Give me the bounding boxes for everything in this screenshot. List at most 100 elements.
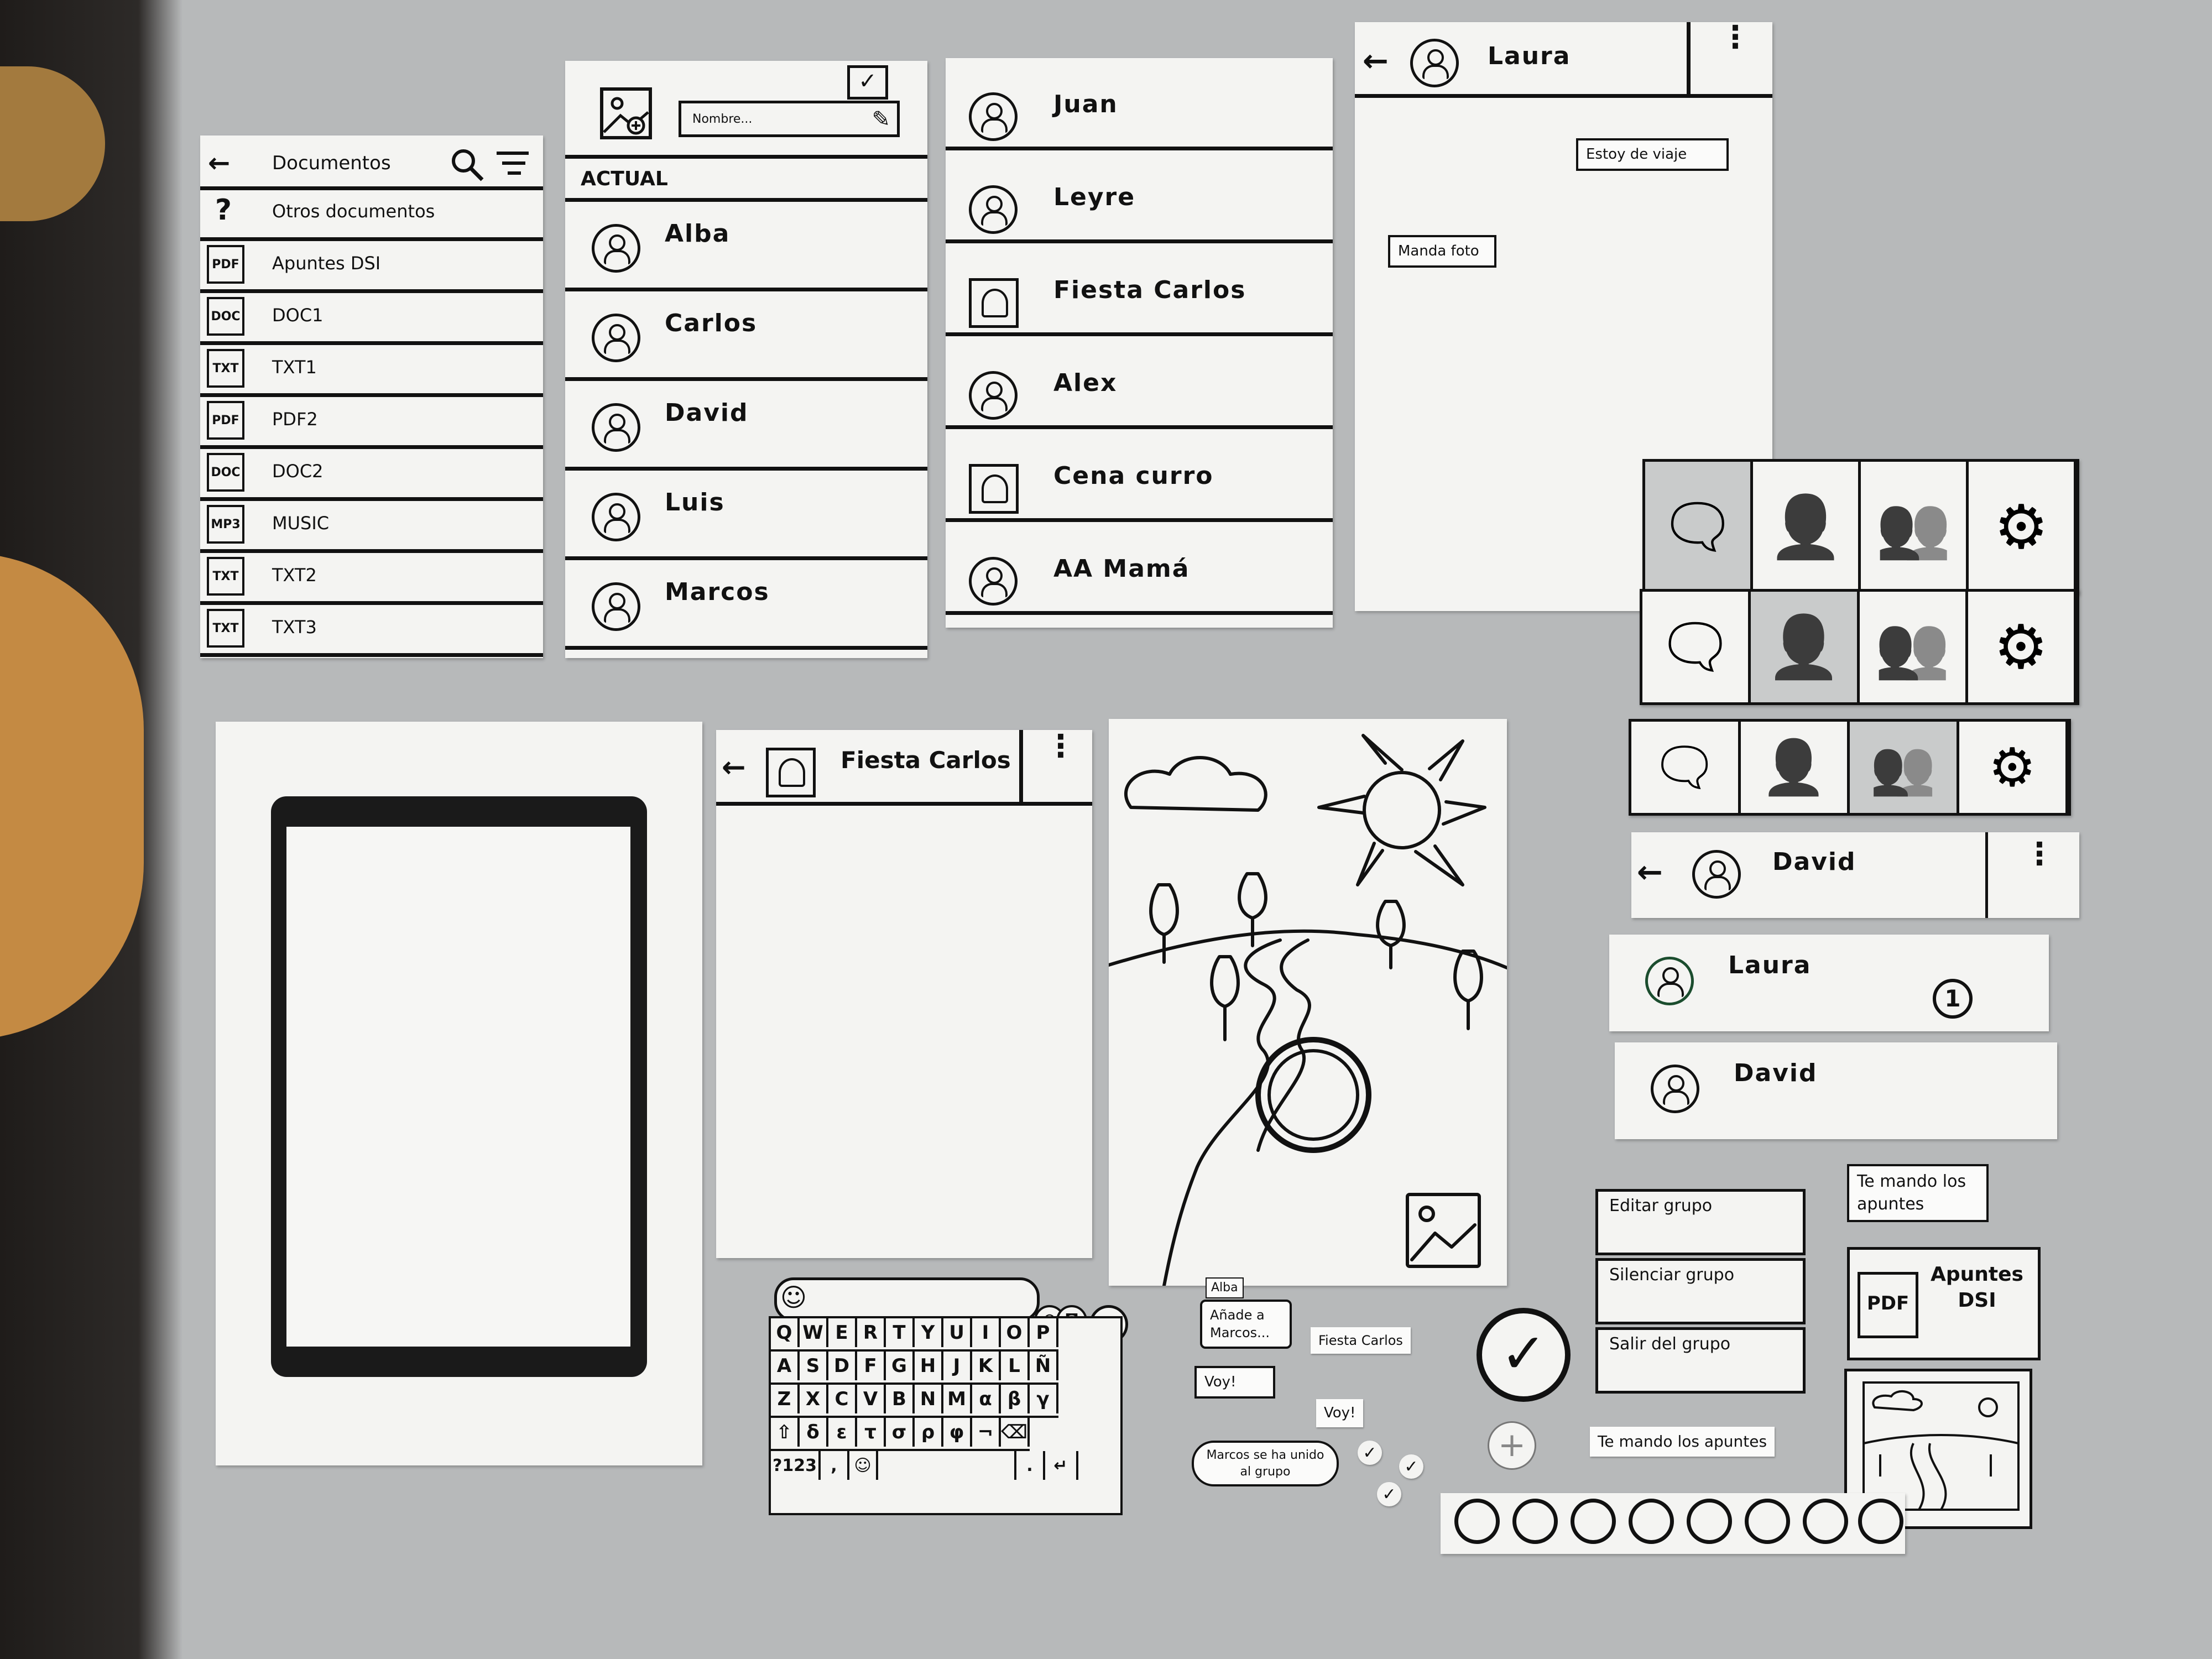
key[interactable]: ⌫ xyxy=(1001,1418,1030,1447)
key[interactable]: Q xyxy=(771,1318,800,1347)
chat-row[interactable]: Juan xyxy=(946,58,1333,150)
settings-tab[interactable]: ⚙ xyxy=(1959,722,2068,813)
contact-row[interactable]: David xyxy=(565,381,927,471)
david-chat-header[interactable]: ← David ⋮ xyxy=(1631,832,2079,918)
key[interactable]: X xyxy=(800,1385,828,1413)
confirm-circle-icon[interactable]: ✓ xyxy=(1477,1308,1571,1402)
document-row[interactable]: TXT TXT1 xyxy=(200,342,543,397)
avatar-option-3[interactable] xyxy=(1571,1499,1616,1544)
search-icon[interactable] xyxy=(448,145,487,184)
key[interactable]: H xyxy=(915,1352,943,1380)
avatar-option-empty[interactable] xyxy=(1687,1499,1732,1544)
document-row[interactable]: DOC DOC2 xyxy=(200,446,543,501)
chat-row[interactable]: Cena curro xyxy=(946,430,1333,522)
key[interactable]: γ xyxy=(1030,1385,1058,1413)
key[interactable]: ρ xyxy=(915,1418,943,1447)
key[interactable]: φ xyxy=(943,1418,972,1447)
avatar-option-empty[interactable] xyxy=(1745,1499,1790,1544)
key[interactable]: M xyxy=(943,1385,972,1413)
key[interactable]: Y xyxy=(915,1318,943,1347)
group-name-input[interactable]: Nombre... ✎ xyxy=(679,101,900,137)
contact-card-david[interactable]: David xyxy=(1615,1042,2057,1139)
comma-key[interactable]: , xyxy=(821,1451,849,1480)
filter-icon[interactable] xyxy=(493,145,532,184)
more-menu-icon[interactable]: ⋮ xyxy=(1045,731,1076,762)
emoji-icon[interactable]: ☺ xyxy=(780,1282,807,1312)
confirm-checkbox[interactable]: ✓ xyxy=(847,65,888,100)
avatar-option-1[interactable] xyxy=(1454,1499,1500,1544)
contact-row[interactable]: Marcos xyxy=(565,560,927,650)
chats-tab[interactable]: 🗨 xyxy=(1645,462,1753,592)
document-message[interactable]: PDF Apuntes DSI xyxy=(1847,1247,2041,1360)
contact-row[interactable]: Alba xyxy=(565,202,927,291)
document-row[interactable]: PDF Apuntes DSI xyxy=(200,238,543,293)
key[interactable]: B xyxy=(886,1385,915,1413)
key[interactable]: ⇧ xyxy=(771,1418,800,1447)
key[interactable]: δ xyxy=(800,1418,828,1447)
back-arrow-icon[interactable]: ← xyxy=(722,751,746,784)
add-image-icon[interactable] xyxy=(598,86,654,141)
chat-row[interactable]: Leyre xyxy=(946,151,1333,243)
menu-item[interactable]: Silenciar grupo xyxy=(1595,1258,1806,1324)
avatar-option-empty[interactable] xyxy=(1803,1499,1848,1544)
key[interactable]: G xyxy=(886,1352,915,1380)
chat-row[interactable]: Fiesta Carlos xyxy=(946,244,1333,336)
key[interactable]: O xyxy=(1001,1318,1030,1347)
key[interactable]: J xyxy=(943,1352,972,1380)
key[interactable]: K xyxy=(972,1352,1001,1380)
chats-tab[interactable]: 🗨 xyxy=(1631,722,1741,813)
contact-row[interactable]: Carlos xyxy=(565,291,927,381)
key[interactable]: Z xyxy=(771,1385,800,1413)
chat-row[interactable]: AA Mamá xyxy=(946,523,1333,615)
key[interactable]: α xyxy=(972,1385,1001,1413)
add-circle-icon[interactable]: + xyxy=(1488,1421,1536,1470)
document-row[interactable]: MP3 MUSIC xyxy=(200,498,543,553)
key[interactable]: D xyxy=(828,1352,857,1380)
key[interactable]: T xyxy=(886,1318,915,1347)
key[interactable]: N xyxy=(915,1385,943,1413)
key[interactable]: ε xyxy=(828,1418,857,1447)
chats-tab[interactable]: 🗨 xyxy=(1642,592,1751,702)
contacts-tab[interactable]: 👤 xyxy=(1753,462,1861,592)
key[interactable]: U xyxy=(943,1318,972,1347)
menu-item[interactable]: Salir del grupo xyxy=(1595,1327,1806,1394)
key[interactable]: σ xyxy=(886,1418,915,1447)
space-bar[interactable] xyxy=(878,1451,1016,1480)
avatar-option-empty[interactable] xyxy=(1858,1499,1903,1544)
key[interactable]: E xyxy=(828,1318,857,1347)
key[interactable]: β xyxy=(1001,1385,1030,1413)
key[interactable]: W xyxy=(800,1318,828,1347)
new-group-tab[interactable]: 👥 xyxy=(1861,462,1969,592)
document-row[interactable]: PDF PDF2 xyxy=(200,394,543,449)
contacts-tab[interactable]: 👤 xyxy=(1741,722,1850,813)
message-input[interactable]: ☺ xyxy=(774,1277,1040,1322)
document-row[interactable]: ? Otros documentos xyxy=(200,186,543,241)
settings-tab[interactable]: ⚙ xyxy=(1969,462,2077,592)
contacts-tab[interactable]: 👤 xyxy=(1751,592,1860,702)
key[interactable]: V xyxy=(857,1385,886,1413)
document-row[interactable]: DOC DOC1 xyxy=(200,290,543,345)
enter-key[interactable]: ↵ xyxy=(1045,1451,1078,1480)
more-menu-icon[interactable]: ⋮ xyxy=(2024,839,2055,870)
settings-tab[interactable]: ⚙ xyxy=(1968,592,2077,702)
more-menu-icon[interactable]: ⋮ xyxy=(1720,22,1751,53)
key[interactable]: S xyxy=(800,1352,828,1380)
symbols-key[interactable]: ?123 xyxy=(771,1451,821,1480)
back-arrow-icon[interactable]: ← xyxy=(1363,43,1389,79)
document-row[interactable]: TXT TXT2 xyxy=(200,550,543,605)
emoji-key[interactable]: ☺ xyxy=(849,1451,878,1480)
period-key[interactable]: . xyxy=(1016,1451,1045,1480)
back-arrow-icon[interactable]: ← xyxy=(208,148,230,179)
key[interactable]: L xyxy=(1001,1352,1030,1380)
key[interactable]: F xyxy=(857,1352,886,1380)
key[interactable]: A xyxy=(771,1352,800,1380)
contact-card-laura[interactable]: Laura 1 xyxy=(1609,935,2049,1031)
key[interactable]: Ñ xyxy=(1030,1352,1058,1380)
key[interactable]: R xyxy=(857,1318,886,1347)
contact-row[interactable]: Luis xyxy=(565,471,927,560)
avatar-option-2[interactable] xyxy=(1512,1499,1558,1544)
key[interactable]: C xyxy=(828,1385,857,1413)
key[interactable]: I xyxy=(972,1318,1001,1347)
new-group-tab[interactable]: 👥 xyxy=(1850,722,1959,813)
document-row[interactable]: TXT TXT3 xyxy=(200,602,543,657)
